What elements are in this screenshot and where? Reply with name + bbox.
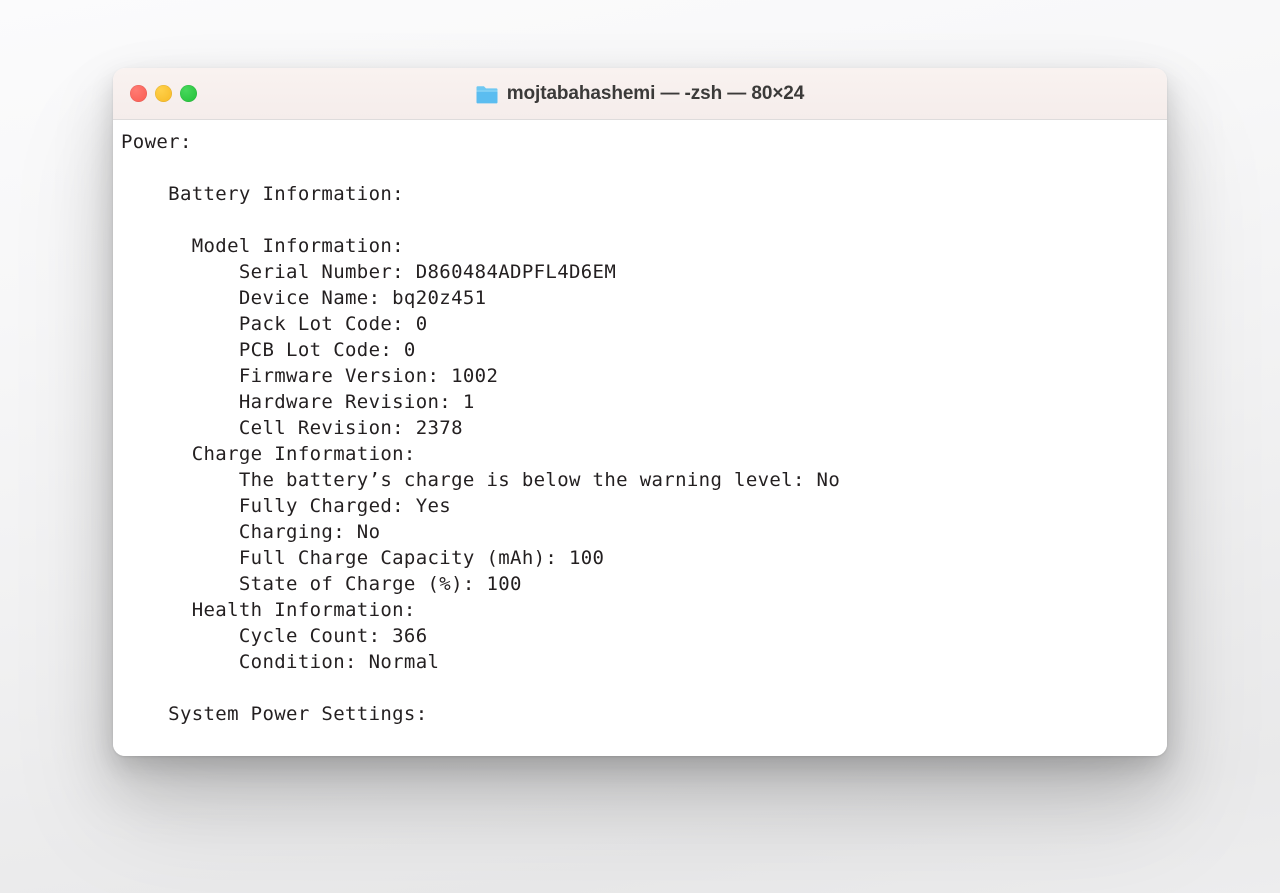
window-controls	[130, 68, 197, 119]
terminal-line: Health Information:	[121, 599, 416, 621]
close-button[interactable]	[130, 85, 147, 102]
terminal-line: Device Name: bq20z451	[121, 287, 487, 309]
terminal-line: The battery’s charge is below the warnin…	[121, 469, 841, 491]
terminal-line: PCB Lot Code: 0	[121, 339, 416, 361]
terminal-line: Fully Charged: Yes	[121, 495, 452, 517]
terminal-line: Pack Lot Code: 0	[121, 313, 428, 335]
minimize-button[interactable]	[155, 85, 172, 102]
terminal-line: Cell Revision: 2378	[121, 417, 463, 439]
terminal-line: Firmware Version: 1002	[121, 365, 499, 387]
terminal-output-area[interactable]: Power: Battery Information: Model Inform…	[113, 120, 1167, 756]
window-title: mojtabahashemi — -zsh — 80×24	[506, 83, 805, 104]
terminal-line: Charging: No	[121, 521, 381, 543]
terminal-line: Model Information:	[121, 235, 404, 257]
terminal-line: Full Charge Capacity (mAh): 100	[121, 547, 605, 569]
terminal-line: Condition: Normal	[121, 651, 440, 673]
terminal-line: Hardware Revision: 1	[121, 391, 475, 413]
terminal-line: Power:	[121, 131, 192, 153]
terminal-window[interactable]: mojtabahashemi — -zsh — 80×24 Power: Bat…	[113, 68, 1167, 756]
terminal-line: Battery Information:	[121, 183, 404, 205]
terminal-line: Serial Number: D860484ADPFL4D6EM	[121, 261, 617, 283]
terminal-line: Charge Information:	[121, 443, 416, 465]
window-titlebar[interactable]: mojtabahashemi — -zsh — 80×24	[113, 68, 1167, 120]
maximize-button[interactable]	[180, 85, 197, 102]
terminal-line: System Power Settings:	[121, 703, 428, 725]
terminal-line: Cycle Count: 366	[121, 625, 428, 647]
folder-icon	[476, 85, 498, 103]
titlebar-title-group: mojtabahashemi — -zsh — 80×24	[113, 68, 1167, 119]
terminal-line: State of Charge (%): 100	[121, 573, 522, 595]
terminal-text: Power: Battery Information: Model Inform…	[121, 129, 1167, 727]
